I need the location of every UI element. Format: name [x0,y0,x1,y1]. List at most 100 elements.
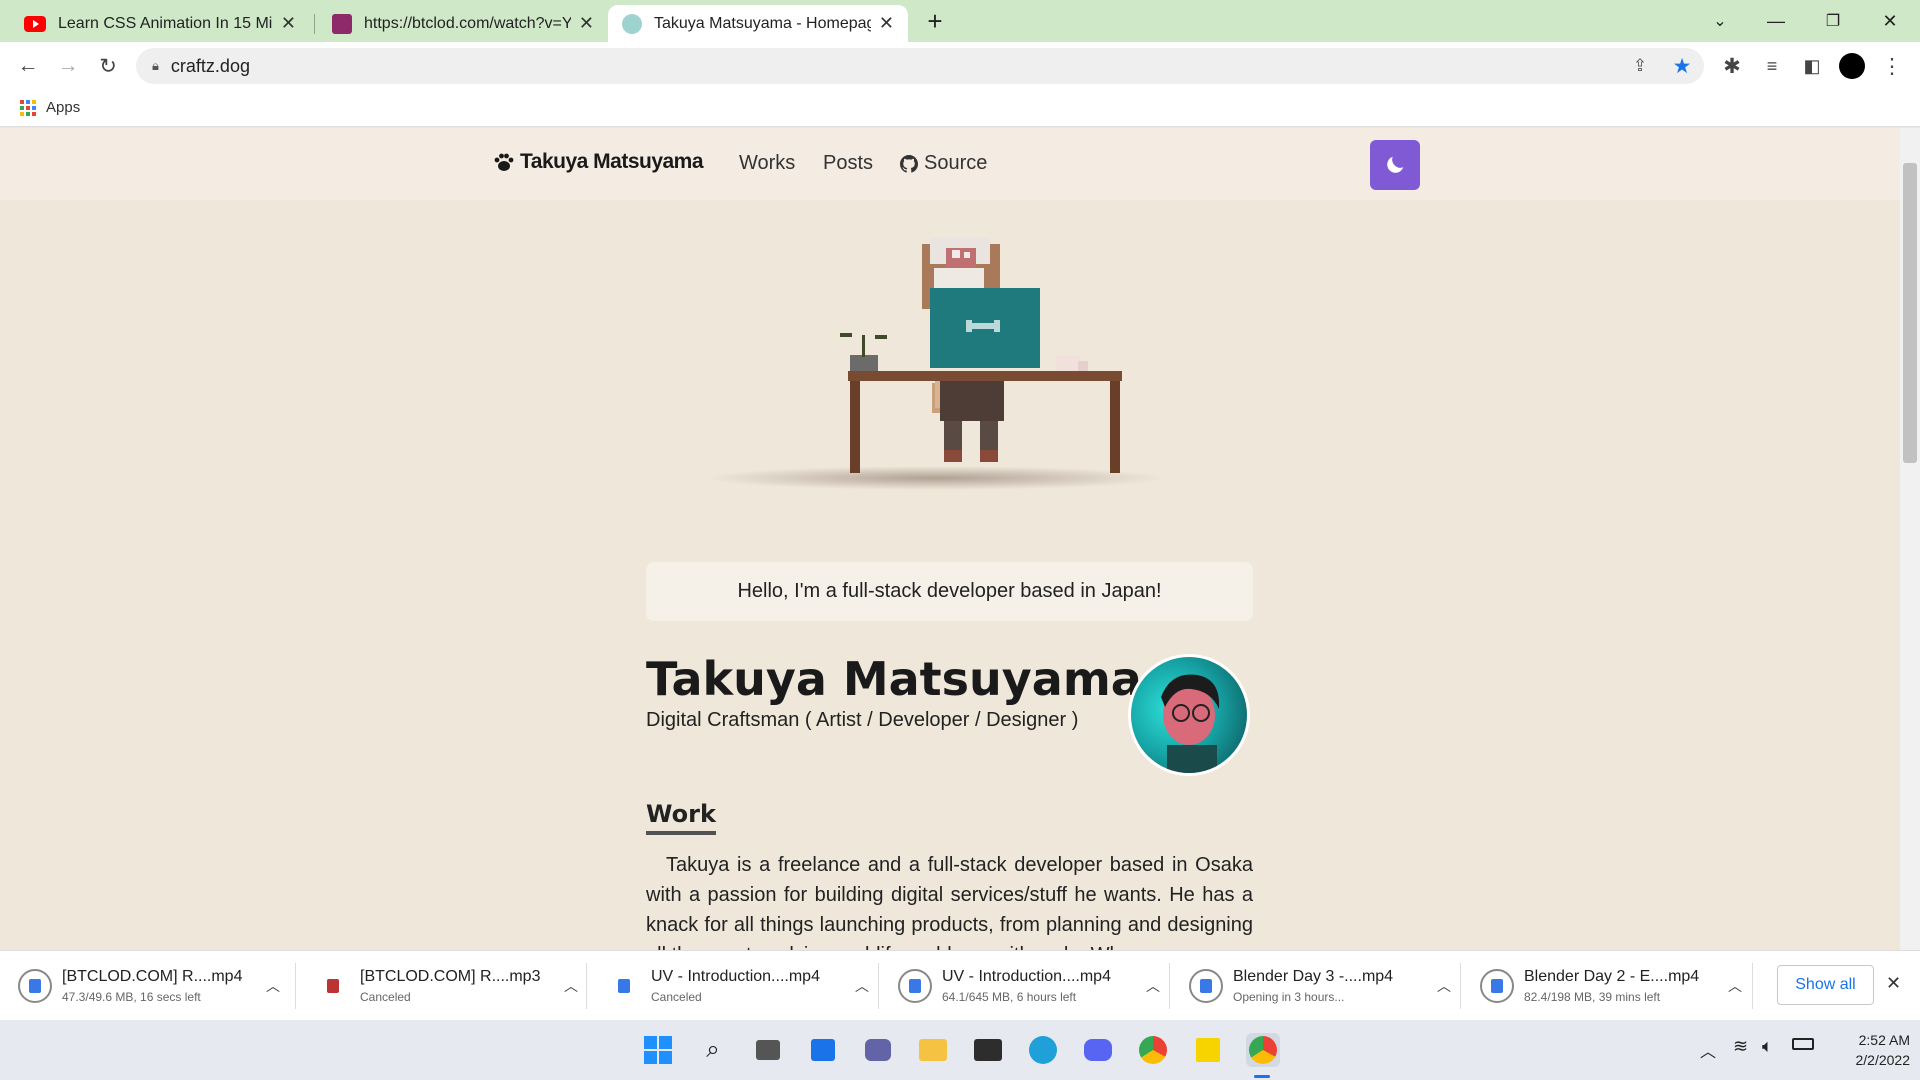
teams-chat-icon[interactable] [861,1033,895,1067]
restore-icon[interactable]: ❐ [1813,6,1853,36]
profile-role: Digital Craftsman ( Artist / Developer /… [646,709,1079,731]
chevron-up-icon[interactable]: ︿ [266,976,280,996]
browser-toolbar: ← → ↻ 🔒︎ craftz.dog ⇪ ★ ✱ ≡ ◧ ⋮ [0,42,1920,89]
logo-text: Takuya Matsuyama [520,150,704,173]
side-panel-icon[interactable]: ◧ [1796,50,1828,82]
clock-date: 2/2/2022 [1855,1052,1911,1068]
minimize-icon[interactable]: — [1756,6,1796,36]
windows-start-icon[interactable] [641,1033,675,1067]
nav-works[interactable]: Works [739,152,795,175]
bookmarks-bar: Apps [0,89,1920,127]
task-view-icon[interactable] [751,1033,785,1067]
discord-icon[interactable] [1081,1033,1115,1067]
back-icon[interactable]: ← [12,50,44,82]
site-logo[interactable]: Takuya Matsuyama [492,150,704,174]
lock-icon: 🔒︎ [152,58,159,73]
download-item[interactable]: Blender Day 2 - E....mp4 82.4/198 MB, 39 … [1462,951,1742,1021]
chrome-profile-icon[interactable] [1246,1033,1280,1067]
file-icon [316,969,350,1003]
tab-css-animation[interactable]: Learn CSS Animation In 15 Minutes ✕ [10,5,310,42]
extensions-icon[interactable]: ✱ [1716,50,1748,82]
new-tab-icon[interactable]: + [915,6,955,36]
download-name: [BTCLOD.COM] R....mp3 [360,968,541,985]
divider [295,963,296,1009]
address-bar[interactable]: 🔒︎ craftz.dog [136,48,1704,84]
file-progress-icon [1189,969,1223,1003]
tab-homepage[interactable]: Takuya Matsuyama - Homepage ✕ [608,5,908,42]
tab-search-icon[interactable]: ⌄ [1700,6,1740,36]
divider [1460,963,1461,1009]
tab-title: Takuya Matsuyama - Homepage [654,14,871,32]
wifi-icon[interactable]: ≋ [1733,1036,1748,1057]
chevron-up-icon[interactable]: ︿ [855,976,869,996]
terminal-icon[interactable] [971,1033,1005,1067]
windows-taskbar: ⌕ ︿ ≋ 🔈︎ 2:52 AM 2/2/2022 [0,1020,1920,1080]
clock[interactable]: 2:52 AM 2/2/2022 [1830,1030,1911,1070]
close-window-icon[interactable]: ✕ [1870,6,1910,36]
scrollbar-thumb[interactable] [1903,163,1917,463]
site-navbar: Takuya Matsuyama Works Posts Source [0,128,1900,200]
downloads-bar: [BTCLOD.COM] R....mp4 47.3/49.6 MB, 16 se… [0,950,1920,1020]
edge-icon[interactable] [1026,1033,1060,1067]
download-item[interactable]: Blender Day 3 -....mp4 Opening in 3 hours… [1171,951,1451,1021]
tab-btclod[interactable]: https://btclod.com/watch?v=YszCmW ✕ [318,5,608,42]
close-tab-icon[interactable]: ✕ [281,13,296,34]
file-progress-icon [1480,969,1514,1003]
nav-source[interactable]: Source [900,152,987,175]
chevron-up-icon[interactable]: ︿ [1700,1038,1716,1062]
volume-icon[interactable]: 🔈︎ [1762,1036,1773,1057]
download-item[interactable]: UV - Introduction....mp4 64.1/645 MB, 6 h… [880,951,1160,1021]
close-downloads-icon[interactable]: ✕ [1886,973,1901,994]
chevron-up-icon[interactable]: ︿ [1728,976,1742,996]
close-tab-icon[interactable]: ✕ [879,13,894,34]
profile-avatar[interactable] [1836,50,1868,82]
forward-icon[interactable]: → [52,50,84,82]
download-status: 82.4/198 MB, 39 mins left [1524,990,1661,1004]
divider [1752,963,1753,1009]
nav-posts[interactable]: Posts [823,152,873,175]
file-explorer-icon[interactable] [916,1033,950,1067]
download-name: Blender Day 2 - E....mp4 [1524,968,1700,985]
apps-bookmark[interactable]: Apps [20,99,80,116]
active-app-indicator [1254,1075,1270,1078]
download-status: Canceled [651,990,702,1004]
github-icon [900,154,918,173]
bookmark-star-icon[interactable]: ★ [1666,50,1698,82]
divider [1169,963,1170,1009]
clock-time: 2:52 AM [1858,1032,1910,1048]
media-control-icon[interactable]: ≡ [1756,50,1788,82]
work-section-heading: Work [646,800,716,835]
greeting-banner: Hello, I'm a full-stack developer based … [646,562,1253,621]
download-name: UV - Introduction....mp4 [651,968,820,985]
search-icon[interactable]: ⌕ [696,1033,730,1067]
download-status: Opening in 3 hours... [1233,990,1345,1004]
download-status: 47.3/49.6 MB, 16 secs left [62,990,201,1004]
menu-icon[interactable]: ⋮ [1876,50,1908,82]
chrome-icon[interactable] [1136,1033,1170,1067]
theme-toggle-button[interactable] [1370,140,1420,190]
chevron-up-icon[interactable]: ︿ [1146,976,1160,996]
download-item[interactable]: UV - Introduction....mp4 Canceled ︿ [589,951,869,1021]
widgets-icon[interactable] [806,1033,840,1067]
divider [878,963,879,1009]
file-progress-icon [18,969,52,1003]
share-icon[interactable]: ⇪ [1624,50,1656,82]
paw-icon [494,153,514,171]
download-item[interactable]: [BTCLOD.COM] R....mp4 47.3/49.6 MB, 16 se… [0,951,280,1021]
close-tab-icon[interactable]: ✕ [579,13,594,34]
battery-icon[interactable] [1792,1038,1814,1050]
download-name: UV - Introduction....mp4 [942,968,1111,985]
moon-icon [1387,156,1404,173]
download-status: 64.1/645 MB, 6 hours left [942,990,1077,1004]
reload-icon[interactable]: ↻ [92,50,124,82]
sticky-notes-icon[interactable] [1191,1033,1225,1067]
divider [586,963,587,1009]
file-icon [607,969,641,1003]
download-status: Canceled [360,990,411,1004]
show-all-downloads-button[interactable]: Show all [1777,965,1874,1005]
youtube-icon [24,15,46,32]
chevron-up-icon[interactable]: ︿ [1437,976,1451,996]
work-description: Takuya is a freelance and a full-stack d… [646,854,1253,950]
chevron-up-icon[interactable]: ︿ [564,976,578,996]
download-item[interactable]: [BTCLOD.COM] R....mp3 Canceled ︿ [298,951,578,1021]
